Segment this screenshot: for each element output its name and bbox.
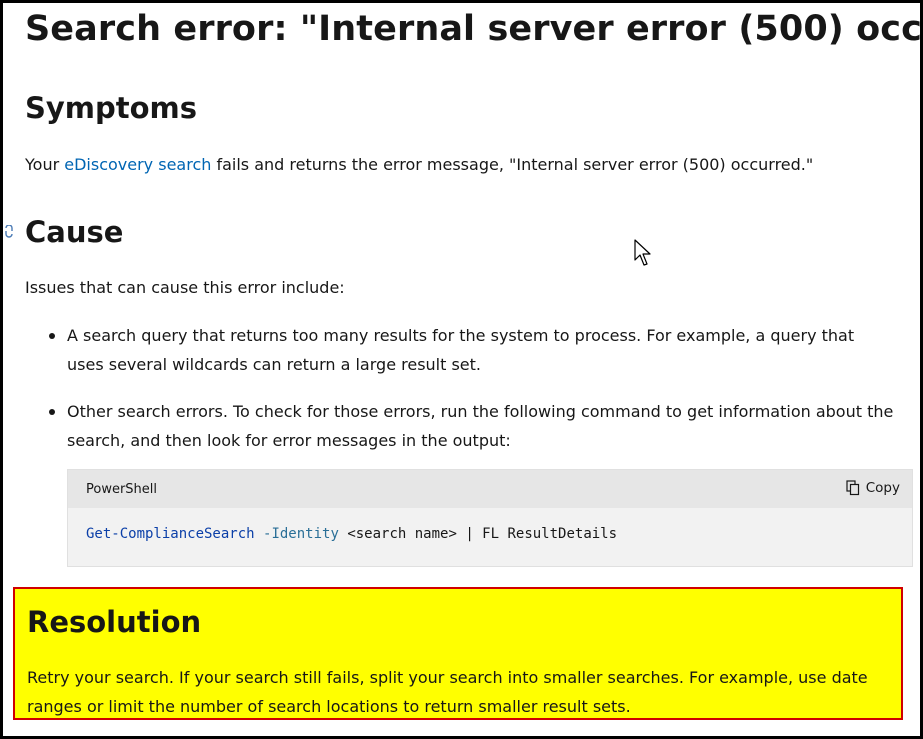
code-block: PowerShell Copy Get-ComplianceSearch -Id… [67, 469, 913, 567]
resolution-text: Retry your search. If your search still … [27, 668, 868, 716]
list-item-text: Other search errors. To check for those … [67, 402, 894, 450]
bullet-icon [49, 409, 55, 415]
symptoms-text: Your eDiscovery search fails and returns… [25, 150, 813, 179]
cause-intro: Issues that can cause this error include… [25, 278, 345, 297]
code-line[interactable]: Get-ComplianceSearch -Identity <search n… [86, 526, 617, 542]
copy-button-label: Copy [865, 480, 900, 496]
list-item-text: A search query that returns too many res… [67, 326, 855, 374]
copy-icon [846, 480, 859, 496]
copy-button[interactable]: Copy [846, 480, 900, 496]
symptoms-text-prefix: Your [25, 155, 65, 174]
cause-list: A search query that returns too many res… [25, 321, 895, 455]
code-token-parameter: -Identity [263, 526, 339, 542]
code-token-cmdlet: Get-ComplianceSearch [86, 526, 255, 542]
symptoms-text-suffix: fails and returns the error message, "In… [211, 155, 814, 174]
page-title: Search error: "Internal server error (50… [25, 9, 922, 49]
ediscovery-search-link[interactable]: eDiscovery search [64, 155, 211, 174]
resolution-heading: Resolution [27, 605, 202, 639]
list-item: Other search errors. To check for those … [25, 397, 895, 455]
list-item: A search query that returns too many res… [25, 321, 895, 379]
bullet-icon [49, 333, 55, 339]
screenshot-frame: Search error: "Internal server error (50… [0, 0, 923, 739]
mouse-pointer-icon [634, 239, 651, 266]
cause-heading: Cause [25, 215, 124, 249]
symptoms-heading: Symptoms [25, 91, 198, 125]
resolution-highlight-box: Resolution Retry your search. If your se… [13, 587, 903, 720]
code-header: PowerShell Copy [68, 470, 912, 508]
code-language-label: PowerShell [86, 482, 158, 497]
link-anchor-icon[interactable] [3, 225, 15, 239]
code-token-arguments: <search name> | FL ResultDetails [347, 526, 618, 542]
